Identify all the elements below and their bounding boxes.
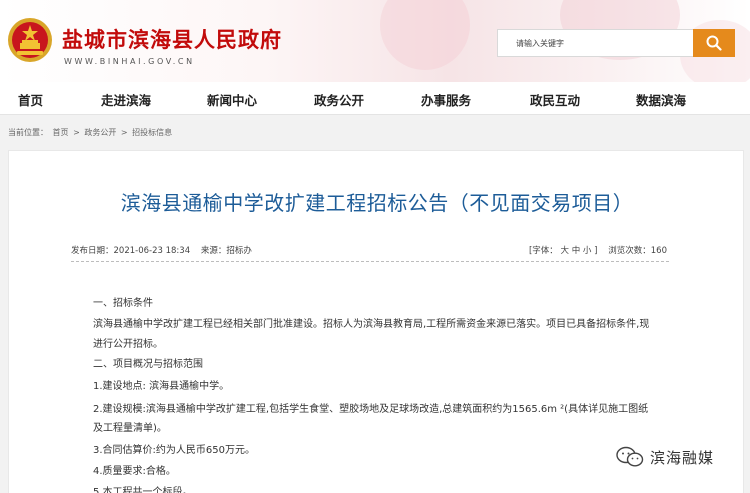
paragraph-line: 进行公开招标。: [93, 339, 163, 350]
watermark-text: 滨海融媒: [650, 448, 715, 467]
nav-item-news[interactable]: 新闻中心: [207, 90, 257, 109]
font-size-close: ]: [594, 246, 598, 256]
search-button[interactable]: [693, 29, 735, 57]
font-size-medium-button[interactable]: 中: [572, 246, 581, 256]
nav-item-about[interactable]: 走进滨海: [101, 90, 151, 109]
paragraph-line: 4.质量要求:合格。: [93, 466, 176, 477]
media-watermark: 滨海融媒: [616, 446, 714, 468]
site-title[interactable]: 盐城市滨海县人民政府: [62, 24, 282, 54]
nav-item-gov-open[interactable]: 政务公开: [314, 90, 364, 109]
paragraph-line: 滨海县通榆中学改扩建工程已经相关部门批准建设。招标人为滨海县教育局,工程所需资金…: [93, 319, 650, 330]
breadcrumb: 当前位置： 首页 > 政务公开 > 招投标信息: [8, 127, 174, 138]
main-nav: 首页 走进滨海 新闻中心 政务公开 办事服务 政民互动 数据滨海: [0, 82, 750, 115]
article-meta: 发布日期：2021-06-23 18:34 来源：招标办: [71, 244, 252, 256]
nav-item-interact[interactable]: 政民互动: [530, 90, 580, 109]
paragraph-line: 3.合同估算价:约为人民币650万元。: [93, 445, 255, 456]
publish-date: 发布日期：2021-06-23 18:34: [71, 246, 191, 256]
wechat-icon: [616, 446, 644, 467]
breadcrumb-prefix: 当前位置：: [8, 128, 48, 137]
site-domain: WWW.BINHAI.GOV.CN: [64, 57, 195, 66]
breadcrumb-separator: >: [120, 128, 128, 137]
search-bar: [497, 29, 735, 57]
view-count: 浏览次数：160: [608, 246, 667, 256]
national-emblem-icon: [8, 18, 52, 62]
meta-divider: [71, 261, 669, 262]
paragraph-heading-1: 一、招标条件: [93, 298, 153, 309]
paragraph-line: 及工程量清单)。: [93, 423, 167, 434]
font-size-label: [字体：: [528, 246, 558, 256]
article-source: 来源：招标办: [200, 246, 252, 256]
breadcrumb-separator: >: [73, 128, 80, 137]
paragraph-line: 1.建设地点: 滨海县通榆中学。: [93, 381, 230, 392]
paragraph-line: 2.建设规模:滨海县通榆中学改扩建工程,包括学生食堂、塑胶场地及足球场改造,总建…: [93, 404, 649, 415]
article-title: 滨海县通榆中学改扩建工程招标公告（不见面交易项目）: [120, 191, 634, 215]
breadcrumb-item-bidding[interactable]: 招投标信息: [132, 128, 172, 137]
nav-item-services[interactable]: 办事服务: [421, 90, 471, 109]
font-size-small-button[interactable]: 小: [583, 246, 592, 256]
site-header: 盐城市滨海县人民政府 WWW.BINHAI.GOV.CN: [0, 0, 750, 82]
paragraph-line: 5.本工程共一个标段。: [93, 487, 193, 493]
search-input[interactable]: [497, 29, 693, 57]
nav-item-home[interactable]: 首页: [18, 90, 43, 109]
nav-item-data[interactable]: 数据滨海: [636, 90, 686, 109]
font-size-large-button[interactable]: 大: [560, 246, 569, 256]
breadcrumb-item-home[interactable]: 首页: [53, 128, 69, 137]
background-blossom: [380, 0, 470, 70]
article-tools: [字体： 大 中 小 ] 浏览次数：160: [529, 244, 667, 256]
article-card: 滨海县通榆中学改扩建工程招标公告（不见面交易项目） 发布日期：2021-06-2…: [8, 150, 744, 493]
search-icon: [706, 35, 722, 51]
breadcrumb-item-gov-open[interactable]: 政务公开: [84, 128, 116, 137]
paragraph-heading-2: 二、项目概况与招标范围: [93, 359, 203, 370]
